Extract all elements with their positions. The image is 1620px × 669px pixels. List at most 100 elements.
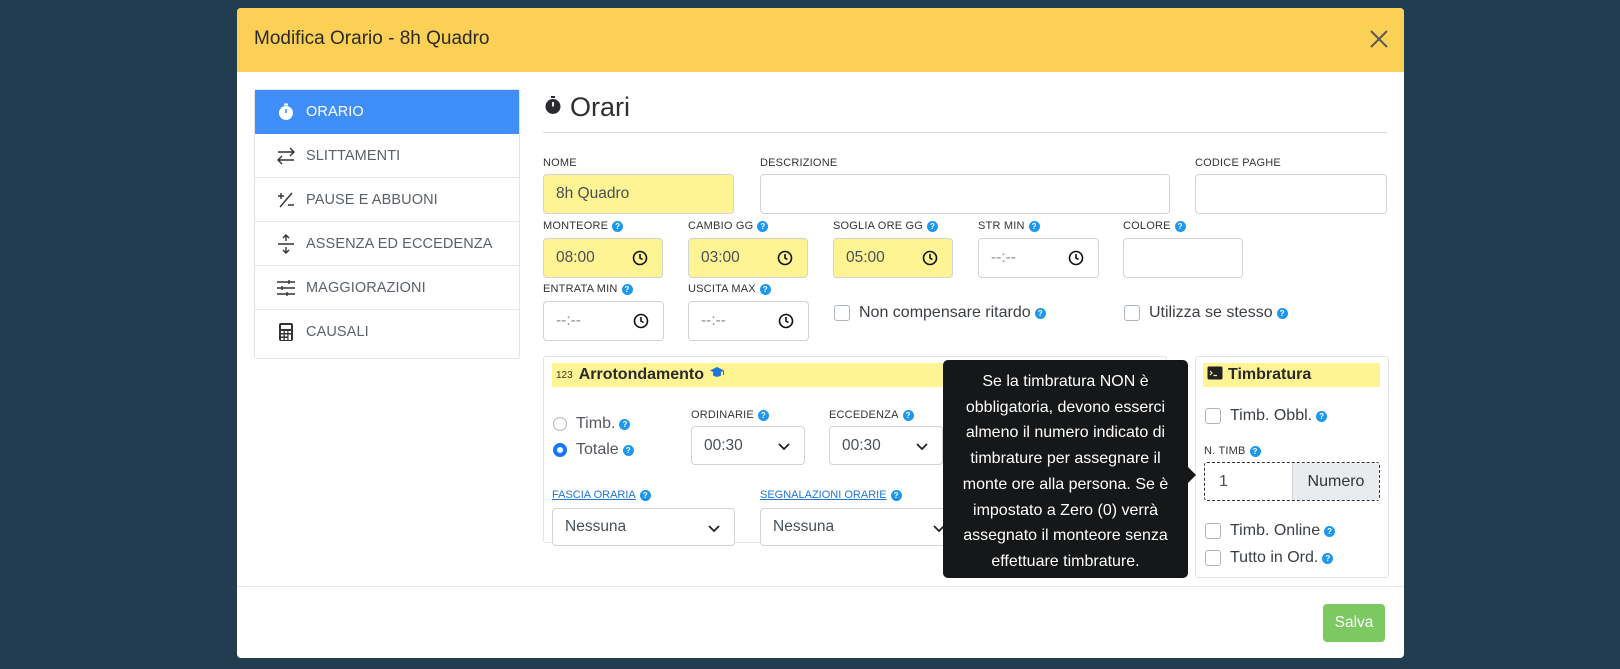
expand-vertical-icon [275,233,297,255]
help-icon[interactable]: ? [621,283,633,295]
tutto-in-ord-checkbox[interactable]: Tutto in Ord. ? [1205,549,1334,567]
ordinarie-select[interactable]: 00:30 [691,426,805,465]
help-icon[interactable]: ? [1028,220,1040,232]
descrizione-input[interactable] [760,174,1170,214]
close-icon[interactable] [1368,28,1390,50]
help-icon[interactable]: ? [619,418,631,430]
save-button[interactable]: Salva [1323,604,1385,642]
sidebar-item-label: MAGGIORAZIONI [306,279,426,296]
soglia-ore-gg-input[interactable]: 05:00 [833,238,953,278]
help-icon[interactable]: ? [622,444,634,456]
stopwatch-icon [275,101,297,123]
sidebar-item-orario[interactable]: ORARIO [255,90,519,134]
radio-dot-selected[interactable] [553,443,567,457]
clock-icon[interactable] [1068,250,1084,266]
divider [543,132,1387,133]
help-icon[interactable]: ? [1034,307,1046,319]
sidebar-item-label: PAUSE E ABBUONI [306,191,438,208]
help-icon[interactable]: ? [1322,552,1334,564]
help-icon[interactable]: ? [757,409,769,421]
timb-radio[interactable]: Timb. ? [553,415,631,433]
tooltip-arrow [1188,467,1196,483]
uscita-max-input[interactable]: --:-- [688,301,809,341]
timb-obbl-label: Timb. Obbl. [1230,407,1313,424]
section-header: Orari [543,92,630,123]
sidebar-item-pause-abbuoni[interactable]: PAUSE E ABBUONI [255,178,519,222]
chevron-down-icon [916,443,928,451]
nome-label: NOME [543,157,577,169]
str-min-label: STR MIN? [978,220,1040,232]
n-timb-label: N. TIMB? [1204,445,1261,457]
utilizza-se-stesso-checkbox[interactable]: Utilizza se stesso ? [1124,304,1288,322]
checkbox-box[interactable] [1205,550,1221,566]
modal-header: Modifica Orario - 8h Quadro [237,8,1404,72]
help-icon[interactable]: ? [757,220,769,232]
sidebar: ORARIO SLITTAMENTI PAUSE E ABBUONI ASSEN… [254,89,520,359]
ordinarie-label: ORDINARIE? [691,409,769,421]
help-icon[interactable]: ? [639,489,651,501]
help-icon[interactable]: ? [927,220,939,232]
footer-divider [237,586,1404,587]
totale-radio[interactable]: Totale ? [553,441,634,459]
radio-dot[interactable] [553,417,567,431]
non-compensare-checkbox[interactable]: Non compensare ritardo ? [834,304,1046,322]
timb-obbl-checkbox[interactable]: Timb. Obbl. ? [1205,407,1328,425]
entrata-min-input[interactable]: --:-- [543,301,664,341]
modal-dialog: Modifica Orario - 8h Quadro ORARIO SLITT… [237,8,1404,658]
tooltip: Se la timbratura NON è obbligatoria, dev… [943,360,1188,578]
help-icon[interactable]: ? [1316,410,1328,422]
timb-online-checkbox[interactable]: Timb. Online ? [1205,522,1336,540]
sidebar-item-assenza-eccedenza[interactable]: ASSENZA ED ECCEDENZA [255,222,519,266]
n-timb-input[interactable]: 1 [1205,463,1292,500]
nome-input[interactable]: 8h Quadro [543,174,734,214]
cambio-gg-input[interactable]: 03:00 [688,238,808,278]
timbratura-header: Timbratura [1203,363,1380,387]
sidebar-item-label: CAUSALI [306,324,369,340]
checkbox-box[interactable] [1124,305,1140,321]
str-min-input[interactable]: --:-- [978,238,1099,278]
arrows-left-right-icon [275,145,297,167]
help-icon[interactable]: ? [1324,525,1336,537]
help-icon[interactable]: ? [1249,445,1261,457]
modal-title: Modifica Orario - 8h Quadro [254,28,490,49]
segnalazioni-orarie-link[interactable]: SEGNALAZIONI ORARIE? [760,489,902,501]
terminal-icon [1207,366,1223,385]
n-timb-input-group: 1 Numero [1204,462,1380,501]
n-timb-addon: Numero [1292,463,1379,500]
colore-label: COLORE? [1123,220,1186,232]
sidebar-item-label: ASSENZA ED ECCEDENZA [306,235,493,252]
segnalazioni-orarie-select[interactable]: Nessuna [760,508,960,546]
utilizza-se-stesso-label: Utilizza se stesso [1149,304,1273,321]
sidebar-item-label: ORARIO [306,104,364,120]
clock-icon[interactable] [633,313,649,329]
eccedenza-select[interactable]: 00:30 [829,426,943,465]
clock-icon[interactable] [632,250,648,266]
checkbox-box[interactable] [1205,408,1221,424]
help-icon[interactable]: ? [1174,220,1186,232]
codice-paghe-input[interactable] [1195,174,1387,214]
checkbox-box[interactable] [1205,523,1221,539]
stopwatch-icon [543,95,563,120]
fascia-oraria-select[interactable]: Nessuna [552,508,735,546]
chevron-down-icon [708,525,720,533]
help-icon[interactable]: ? [612,220,624,232]
arrotondamento-title: Arrotondamento [578,366,705,383]
descrizione-label: DESCRIZIONE [760,157,838,169]
clock-icon[interactable] [778,313,794,329]
sidebar-item-causali[interactable]: CAUSALI [255,310,519,354]
soglia-ore-gg-label: SOGLIA ORE GG? [833,220,939,232]
clock-icon[interactable] [777,250,793,266]
totale-radio-label: Totale [576,441,619,458]
help-icon[interactable]: ? [902,409,914,421]
clock-icon[interactable] [922,250,938,266]
help-icon[interactable]: ? [759,283,771,295]
monteore-input[interactable]: 08:00 [543,238,663,278]
fascia-oraria-link[interactable]: FASCIA ORARIA? [552,489,651,501]
checkbox-box[interactable] [834,305,850,321]
sidebar-item-slittamenti[interactable]: SLITTAMENTI [255,134,519,178]
sidebar-item-maggiorazioni[interactable]: MAGGIORAZIONI [255,266,519,310]
help-icon[interactable]: ? [890,489,902,501]
colore-input[interactable] [1123,238,1243,278]
help-icon[interactable]: ? [1276,307,1288,319]
plus-minus-icon [275,189,297,211]
